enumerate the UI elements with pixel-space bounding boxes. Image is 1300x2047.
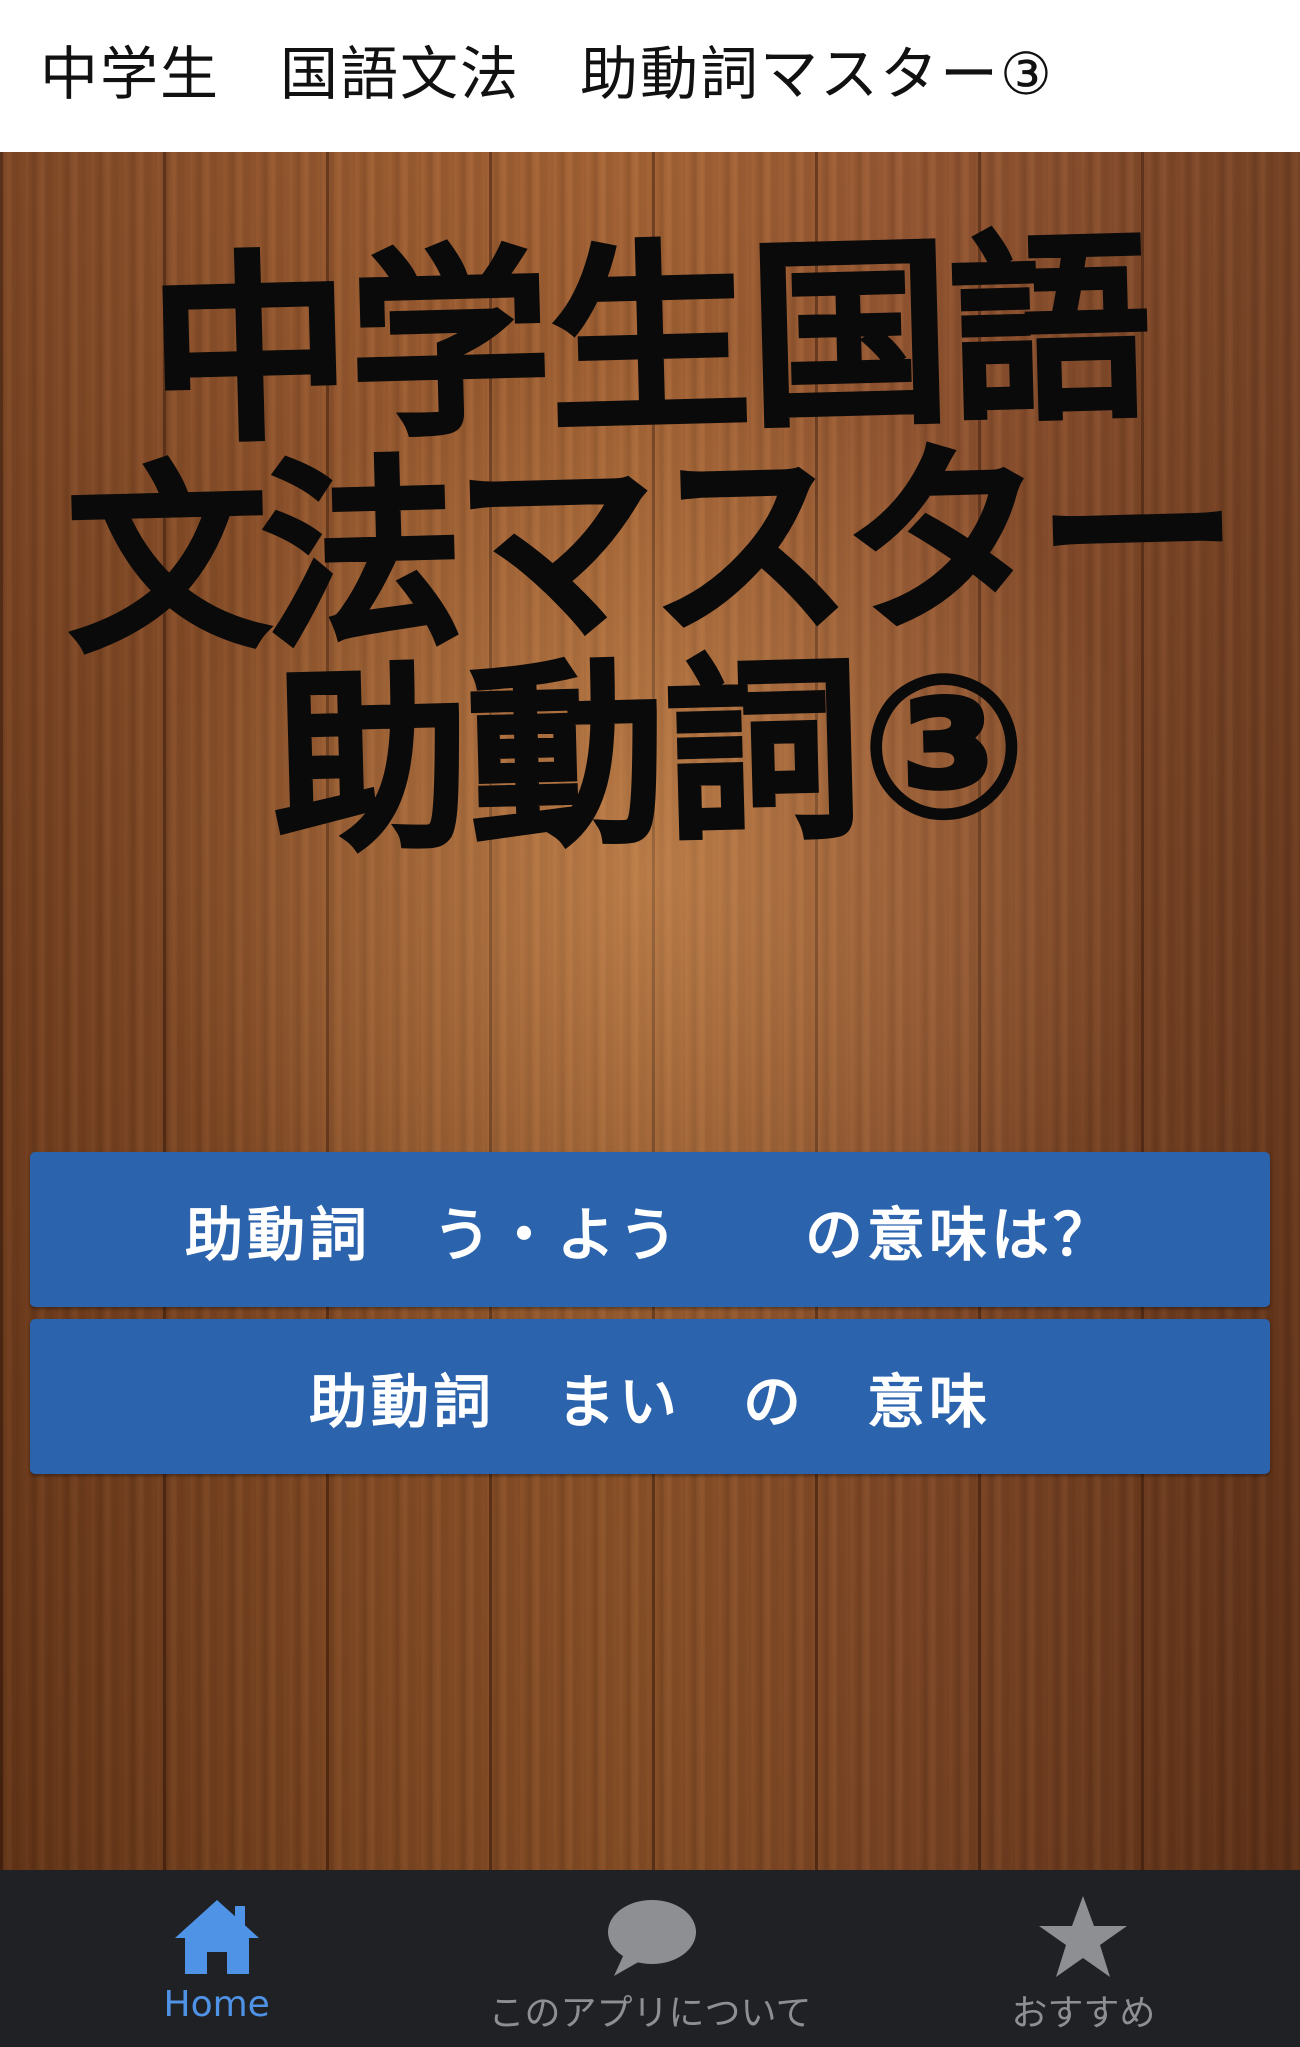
nav-label-recommend: おすすめ bbox=[1011, 1993, 1156, 2034]
nav-item-about[interactable]: このアプリについて bbox=[433, 1870, 866, 2047]
nav-item-recommend[interactable]: おすすめ bbox=[867, 1870, 1300, 2047]
nav-item-home[interactable]: Home bbox=[0, 1870, 433, 2047]
main-content: 中学生国語 文法マスター 助動詞③ 助動詞 う・よう の意味は？ 助動詞 まい … bbox=[0, 152, 1300, 1870]
hero-title: 中学生国語 文法マスター 助動詞③ bbox=[0, 210, 1300, 882]
nav-label-home: Home bbox=[163, 1984, 270, 2025]
speech-bubble-icon bbox=[607, 1900, 696, 1976]
hero-title-line-3: 助動詞③ bbox=[268, 630, 1032, 882]
hero-title-line-2: 文法マスター bbox=[63, 416, 1237, 683]
star-icon bbox=[1039, 1896, 1128, 1977]
bottom-navigation: Home このアプリについて おすすめ bbox=[0, 1870, 1300, 2047]
app-title: 中学生 国語文法 助動詞マスター③ bbox=[40, 40, 1054, 108]
home-icon bbox=[174, 1900, 259, 1974]
menu-button-u-you[interactable]: 助動詞 う・よう の意味は？ bbox=[30, 1152, 1270, 1307]
app-bar: 中学生 国語文法 助動詞マスター③ bbox=[0, 0, 1300, 152]
menu-button-mai[interactable]: 助動詞 まい の 意味 bbox=[30, 1319, 1270, 1474]
nav-label-about: このアプリについて bbox=[488, 1993, 812, 2034]
